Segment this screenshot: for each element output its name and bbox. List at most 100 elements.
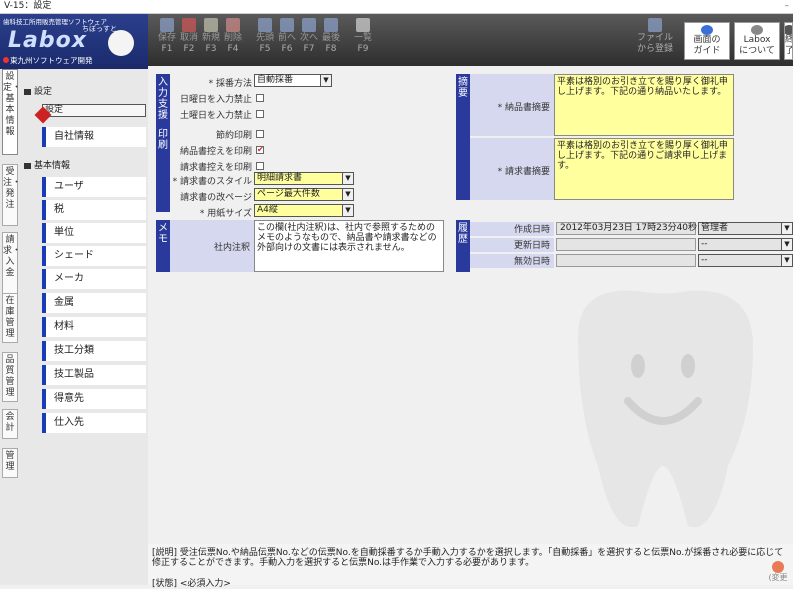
created-by-select[interactable]: 管理者 ▼ (698, 222, 793, 235)
invoice-style-select[interactable]: 明細請求書 ▼ (254, 172, 354, 185)
first-button[interactable]: 先頭 F5 (254, 18, 276, 55)
pagebreak-select[interactable]: ページ最大件数 ▼ (254, 188, 354, 201)
nav-material[interactable]: 材料 (42, 317, 146, 337)
invoice-summary-textarea[interactable]: 平素は格別のお引き立てを賜り厚く御礼申し上げます。下記の通りご請求申し上げます。 (554, 138, 734, 200)
list-button[interactable]: 一覧 F9 (352, 18, 374, 55)
chevron-down-icon: ▼ (781, 223, 792, 234)
chevron-down-icon: ▼ (781, 239, 792, 250)
list-fkey: F9 (357, 44, 369, 54)
exit-button[interactable]: 終了 (784, 22, 793, 60)
new-icon (204, 18, 218, 32)
nav-label: 単位 (54, 227, 74, 238)
delivery-copy-checkbox[interactable]: ✔ (256, 146, 264, 154)
nav-customer[interactable]: 得意先 (42, 389, 146, 409)
prev-button[interactable]: 前へ F6 (276, 18, 298, 55)
chevron-down-icon: ▼ (342, 189, 353, 200)
updated-label: 更新日時 (470, 238, 554, 252)
nav-label: ユーザ (54, 181, 84, 192)
next-button[interactable]: 次へ F7 (298, 18, 320, 55)
cancel-fkey: F2 (183, 44, 195, 54)
invalid-by-value: -- (701, 255, 708, 265)
updated-by-value: -- (701, 239, 708, 249)
cancel-icon (182, 18, 196, 32)
list-label: 一覧 (353, 33, 372, 43)
exit-label-2: 了 (785, 46, 792, 56)
sunday-checkbox[interactable] (256, 94, 264, 102)
delete-fkey: F4 (227, 44, 239, 54)
next-fkey: F7 (303, 44, 315, 54)
cancel-button[interactable]: 取消 F2 (178, 18, 200, 55)
invoice-copy-checkbox[interactable] (256, 162, 264, 170)
section-settings-label: 設定 (34, 87, 53, 97)
vtab-orders[interactable]: 受注・発注 (2, 164, 21, 226)
save-print-label: 節約印刷 (215, 131, 252, 141)
nav-users[interactable]: ユーザ (42, 177, 146, 197)
screen-guide-button[interactable]: 画面の ガイド (684, 22, 730, 60)
prev-icon (280, 18, 294, 32)
vtab-billing[interactable]: 請求・入金 (2, 232, 21, 294)
save-fkey: F1 (161, 44, 173, 54)
vtab-accounting[interactable]: 会計 (2, 409, 18, 439)
pagebreak-value: ページ最大件数 (257, 189, 320, 199)
nav-maker[interactable]: メーカ (42, 269, 146, 289)
change-button[interactable]: (変更 (767, 561, 789, 583)
nav-label: 材料 (54, 321, 74, 332)
exit-label-1: 終 (785, 35, 792, 45)
minimize-button[interactable]: – (785, 0, 790, 13)
last-label: 最後 (321, 33, 340, 43)
last-button[interactable]: 最後 F8 (320, 18, 342, 55)
file-icon (648, 18, 662, 32)
tooth-mascot-watermark (578, 290, 753, 528)
delete-label: 削除 (223, 33, 242, 43)
nav-tech-product[interactable]: 技工製品 (42, 365, 146, 385)
cancel-label: 取消 (179, 33, 198, 43)
vtab-inventory[interactable]: 在庫管理 (2, 293, 18, 343)
toolbar: 保存 F1 取消 F2 新規 F3 削除 F4 先頭 F5 前へ F6 次へ F7 最後 F8 … (148, 14, 793, 66)
nav-label: 技工製品 (54, 369, 94, 380)
numbering-select[interactable]: 自動採番 ▼ (254, 74, 332, 87)
save-print-checkbox[interactable] (256, 130, 264, 138)
vtab-quality[interactable]: 品質管理 (2, 352, 18, 402)
vendor-dot-icon (3, 57, 9, 63)
chevron-down-icon: ▼ (320, 75, 331, 86)
group-print: 印刷 (156, 126, 170, 212)
group-memo: メモ (156, 220, 170, 272)
register-from-file-button[interactable]: ファイル から登録 (630, 18, 680, 55)
papersize-select[interactable]: A4縦 ▼ (254, 204, 354, 217)
save-label: 保存 (157, 33, 176, 43)
nav-label: 得意先 (54, 393, 84, 404)
nav-label: 自社情報 (54, 131, 94, 142)
about-button[interactable]: Labox について (734, 22, 780, 60)
save-button[interactable]: 保存 F1 (156, 18, 178, 55)
nav-supplier[interactable]: 仕入先 (42, 413, 146, 433)
updated-by-select[interactable]: -- ▼ (698, 238, 793, 251)
nav-tax[interactable]: 税 (42, 200, 146, 220)
nav-settings[interactable]: 設定 (34, 104, 146, 124)
vtab-admin[interactable]: 管理 (2, 448, 18, 478)
nav-label: 仕入先 (54, 417, 84, 428)
delete-button[interactable]: 削除 F4 (222, 18, 244, 55)
vtab-settings-basic[interactable]: 設定・基本情報 (2, 69, 21, 155)
nav-tech-category[interactable]: 技工分類 (42, 341, 146, 361)
nav-company-info[interactable]: 自社情報 (42, 127, 146, 147)
new-label: 新規 (201, 33, 220, 43)
list-icon (356, 18, 370, 32)
internal-note-textarea[interactable]: この欄(社内注釈)は、社内で参照するためのメモのようなもので、納品書や請求書など… (254, 220, 444, 272)
window-title: V-15：設定 (4, 1, 52, 11)
invoice-copy-label: 請求書控えを印刷 (179, 163, 252, 173)
prev-fkey: F6 (281, 44, 293, 54)
section-bullet-icon (24, 162, 31, 169)
numbering-value: 自動採番 (257, 75, 294, 85)
saturday-checkbox[interactable] (256, 110, 264, 118)
mascot-icon (108, 30, 134, 56)
nav-metal[interactable]: 金属 (42, 293, 146, 313)
new-button[interactable]: 新規 F3 (200, 18, 222, 55)
section-basic-info-label: 基本情報 (34, 161, 71, 171)
delivery-summary-textarea[interactable]: 平素は格別のお引き立てを賜り厚く御礼申し上げます。下記の通り納品いたします。 (554, 74, 734, 136)
section-basic-info: 基本情報 (24, 158, 70, 171)
delete-icon (226, 18, 240, 32)
nav-label: 税 (54, 204, 64, 215)
chevron-down-icon: ▼ (342, 173, 353, 184)
nav-shade[interactable]: シェード (42, 246, 146, 266)
nav-units[interactable]: 単位 (42, 223, 146, 243)
